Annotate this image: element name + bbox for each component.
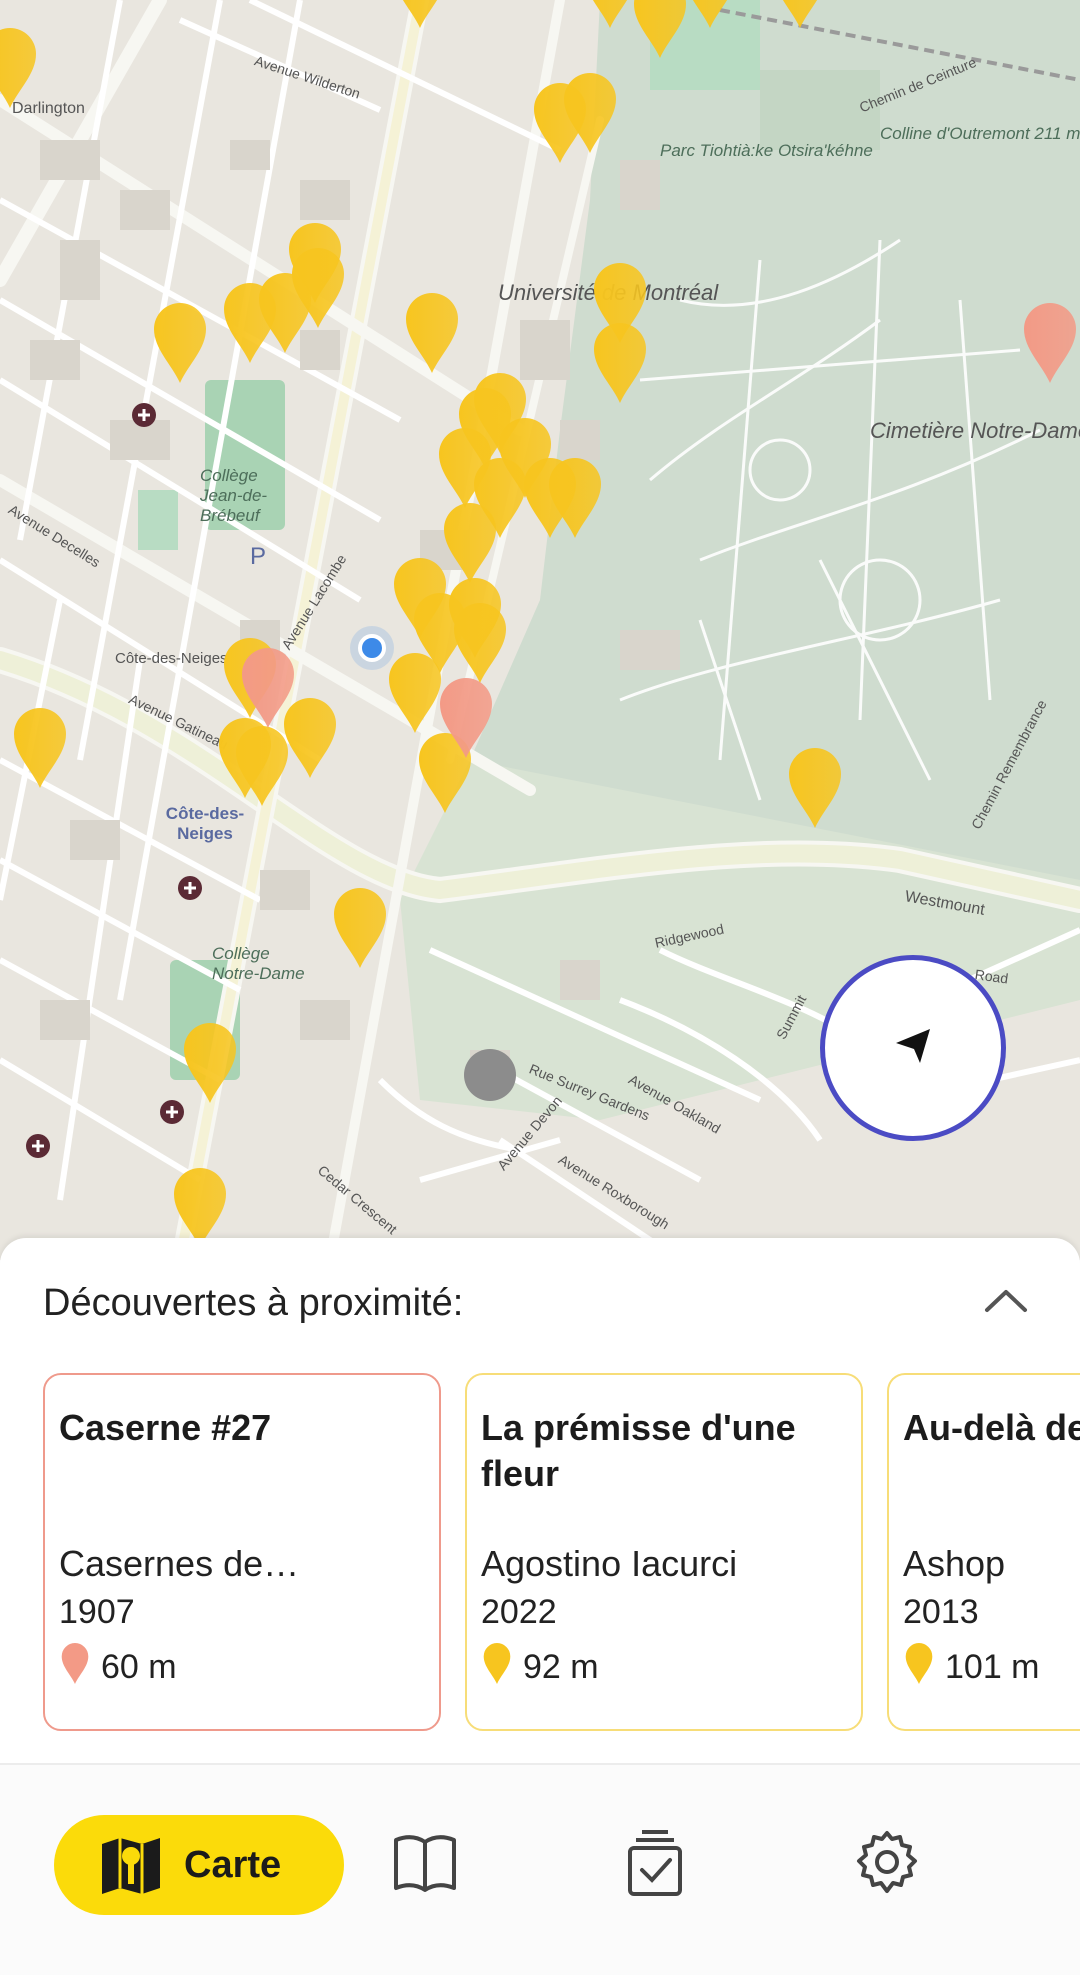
checklist-icon [624,1828,686,1903]
artwork-pin[interactable] [232,722,292,808]
artwork-pin[interactable] [150,299,210,385]
nav-settings-button[interactable] [847,1825,927,1905]
card-title: Au-delà de [903,1407,1080,1448]
nav-map-label: Carte [184,1843,282,1886]
nearby-discoveries-sheet: Découvertes à proximité: Caserne #27 Cas… [0,1238,1080,1763]
bottom-navigation: Carte [0,1763,1080,1975]
card-artist: Casernes de… [59,1543,300,1584]
card-year: 1907 [59,1593,135,1631]
locate-me-button[interactable] [820,955,1006,1141]
artwork-pin[interactable] [255,269,315,355]
card-distance: 101 m [903,1641,1040,1694]
discovery-card[interactable]: Au-delà de Ashop 2013 101 m [887,1373,1080,1731]
artwork-pin[interactable] [680,0,740,30]
heritage-pin[interactable] [436,674,496,760]
label-parking: P [250,543,267,570]
artwork-pin[interactable] [402,289,462,375]
card-title: Caserne #27 [59,1407,272,1448]
chevron-up-icon [983,1286,1029,1319]
pin-icon [481,1641,513,1694]
label-cdn-street: Côte-des-Neiges [115,650,228,667]
map-icon [98,1832,164,1898]
card-year: 2022 [481,1593,557,1631]
label-college-nd: Collège Notre-Dame [212,944,305,983]
artwork-pin[interactable] [785,744,845,830]
user-location-dot [358,634,386,662]
discovery-card[interactable]: La prémisse d'une fleur Agostino Iacurci… [465,1373,863,1731]
nav-map-button[interactable]: Carte [54,1815,344,1915]
artwork-pin[interactable] [770,0,830,30]
card-distance: 92 m [481,1641,599,1694]
navigation-arrow-icon [890,1023,936,1074]
heritage-pin[interactable] [1020,299,1080,385]
card-artist: Agostino Iacurci [481,1543,738,1584]
discovery-card[interactable]: Caserne #27 Casernes de… 1907 60 m [43,1373,441,1731]
artwork-pin[interactable] [10,704,70,790]
nav-catalog-button[interactable] [385,1825,465,1905]
card-title: La prémisse d'une fleur [481,1407,796,1494]
label-colline: Colline d'Outremont 211 m [880,124,1080,143]
artwork-pin[interactable] [180,1019,240,1105]
label-cimetiere: Cimetière Notre-Dame-des-Neiges [870,418,1080,443]
card-year: 2013 [903,1593,979,1631]
artwork-pin[interactable] [545,454,605,540]
artwork-pin[interactable] [330,884,390,970]
heritage-pin[interactable] [238,644,298,730]
pin-icon [59,1641,91,1694]
label-parc: Parc Tiohtià:ke Otsira'kéhne [660,141,873,160]
artwork-pin[interactable] [590,319,650,405]
map-view[interactable]: Université de Montréal Cimetière Notre-D… [0,0,1080,1260]
distance-value: 101 m [945,1648,1040,1686]
label-college-brebeuf: Collège Jean-de-Brébeuf [200,466,268,525]
distance-value: 60 m [101,1648,177,1686]
artwork-pin[interactable] [450,599,510,685]
gear-icon [853,1829,921,1902]
book-icon [392,1832,458,1899]
artwork-pin[interactable] [0,24,40,110]
card-distance: 60 m [59,1641,177,1694]
sheet-title: Découvertes à proximité: [43,1282,464,1324]
label-cdn-area: Côte-des-Neiges [165,804,245,843]
pin-icon [903,1641,935,1694]
nav-collection-button[interactable] [615,1825,695,1905]
artwork-pin[interactable] [560,69,620,155]
distance-value: 92 m [523,1648,599,1686]
sheet-toggle-button[interactable] [980,1282,1032,1322]
card-artist: Ashop [903,1543,1006,1584]
artwork-pin[interactable] [390,0,450,30]
